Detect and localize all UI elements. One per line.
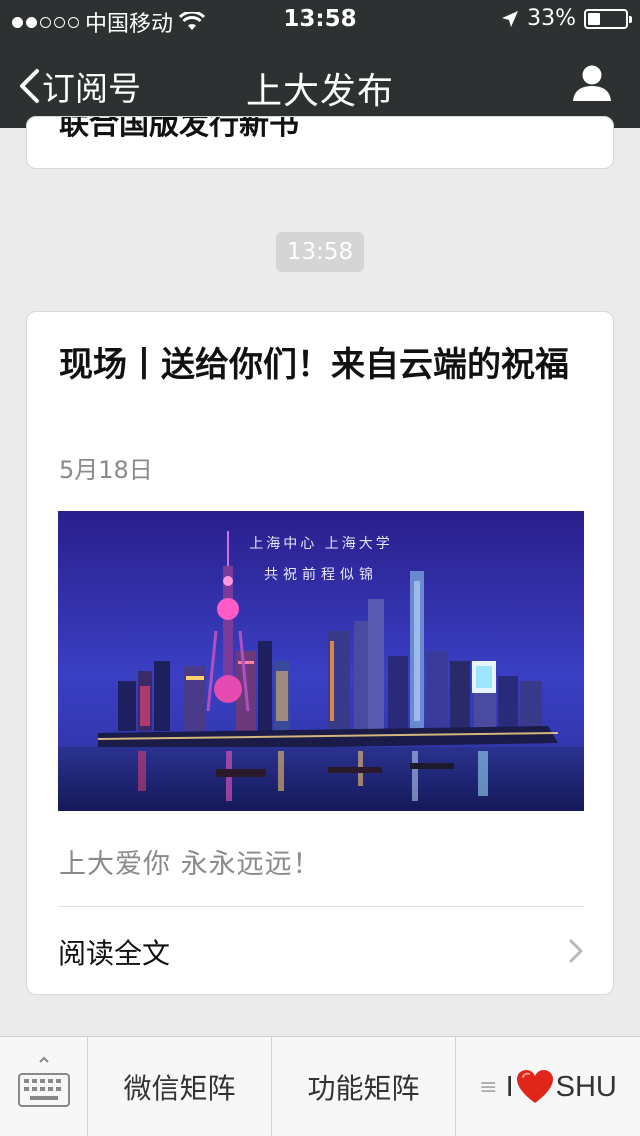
menu-label-prefix: I — [505, 1070, 514, 1103]
submenu-lines-icon: ≡ — [479, 1074, 498, 1100]
battery-icon — [584, 8, 632, 29]
menu-label: I SHU — [506, 1069, 617, 1105]
status-right: 33% — [501, 6, 632, 31]
keyboard-icon — [18, 1056, 70, 1107]
article-cover-image: 上海中心 上海大学 共祝前程似锦 — [58, 511, 584, 811]
profile-button[interactable] — [572, 64, 612, 106]
keyboard-toggle-button[interactable] — [0, 1037, 88, 1136]
menu-function-matrix[interactable]: 功能矩阵 — [272, 1037, 456, 1136]
article-date: 5月18日 — [59, 456, 153, 484]
top-bar: 中国移动 13:58 33% 订阅号 上大发布 — [0, 0, 640, 128]
status-bar: 中国移动 13:58 33% — [0, 0, 640, 40]
read-more-label: 阅读全文 — [58, 937, 171, 970]
page-title: 上大发布 — [245, 71, 394, 112]
menu-i-love-shu[interactable]: ≡ I SHU — [456, 1037, 640, 1136]
menu-label-suffix: SHU — [555, 1070, 617, 1103]
navigation-bar: 订阅号 上大发布 — [0, 40, 640, 128]
previous-article-card[interactable]: 联合国版发行新书 — [26, 116, 614, 169]
previous-article-title: 联合国版发行新书 — [59, 116, 299, 142]
location-arrow-icon — [502, 10, 519, 27]
article-card[interactable]: 现场丨送给你们！来自云端的祝福 5月18日 上海中心 上海大学 共祝前程似锦 上… — [26, 311, 614, 995]
menu-weixin-matrix[interactable]: 微信矩阵 — [88, 1037, 272, 1136]
message-timestamp: 13:58 — [276, 232, 364, 272]
chevron-right-icon — [569, 939, 583, 963]
read-more-link[interactable]: 阅读全文 — [58, 908, 584, 992]
bottom-menu-bar: 微信矩阵 功能矩阵 ≡ I SHU — [0, 1036, 640, 1136]
menu-label: 微信矩阵 — [123, 1072, 236, 1105]
divider — [58, 906, 584, 907]
menu-label: 功能矩阵 — [307, 1072, 420, 1105]
image-caption-1: 上海中心 上海大学 — [249, 536, 392, 552]
image-caption-2: 共祝前程似锦 — [264, 566, 378, 583]
battery-percent: 33% — [527, 6, 576, 31]
article-summary: 上大爱你 永永远远！ — [59, 849, 321, 880]
heart-icon — [516, 1070, 553, 1103]
article-title: 现场丨送给你们！来自云端的祝福 — [59, 345, 569, 385]
person-icon — [573, 65, 611, 101]
